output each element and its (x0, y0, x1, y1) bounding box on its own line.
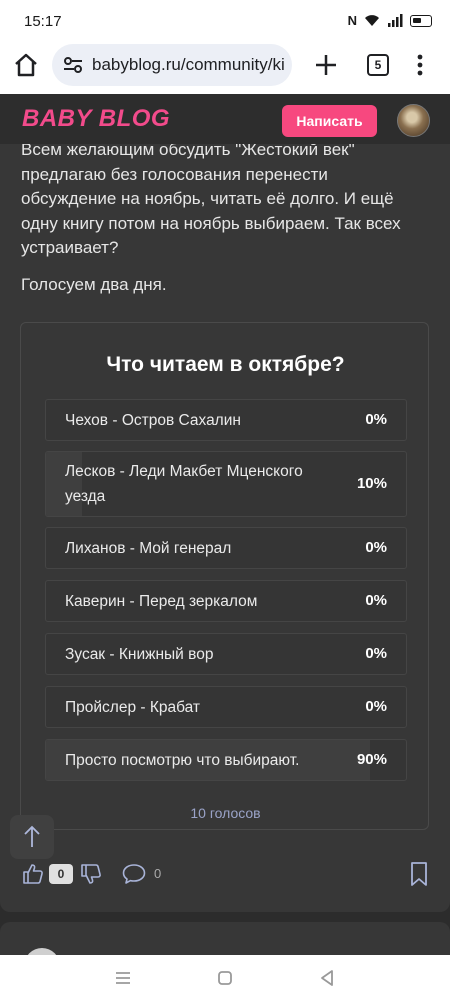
post-actions: 0 0 (0, 860, 450, 890)
poll-option-percent: 0% (365, 592, 387, 609)
dislike-icon[interactable] (79, 862, 103, 886)
poll-option-percent: 90% (356, 751, 387, 768)
browser-toolbar: babyblog.ru/community/ki 5 (0, 44, 450, 94)
poll-option-label: Каверин - Перед зеркалом (65, 593, 258, 610)
like-count: 0 (49, 864, 73, 884)
poll: Что читаем в октябре? Чехов - Остров Сах… (20, 322, 429, 830)
status-time: 15:17 (24, 13, 62, 30)
poll-option-percent: 10% (356, 475, 387, 492)
site-settings-icon[interactable] (62, 54, 84, 76)
poll-option-label: Зусак - Книжный вор (65, 646, 214, 663)
write-button[interactable]: Написать (282, 105, 377, 137)
poll-option-percent: 0% (365, 539, 387, 556)
site-header: BABY BLOG Написать (0, 94, 450, 144)
poll-option-label: Лесков - Леди Макбет Мценского уезда (65, 463, 303, 505)
system-nav-bar (0, 955, 450, 1000)
poll-option[interactable]: Зусак - Книжный вор 0% (45, 633, 407, 675)
nfc-icon: N (347, 13, 357, 28)
bookmark-icon[interactable] (408, 861, 430, 887)
url-text: babyblog.ru/community/ki (92, 55, 285, 74)
poll-option[interactable]: Пройслер - Крабат 0% (45, 686, 407, 728)
signal-icon (388, 14, 403, 27)
back-icon[interactable] (316, 967, 338, 989)
poll-option-percent: 0% (365, 698, 387, 715)
avatar[interactable] (397, 104, 430, 137)
like-icon[interactable] (21, 862, 45, 886)
wifi-icon (365, 15, 379, 26)
arrow-up-icon (24, 825, 40, 847)
poll-option[interactable]: Лесков - Леди Макбет Мценского уезда 10% (45, 451, 407, 517)
post-card: Всем желающим обсудить "Жестокий век" пр… (0, 94, 450, 912)
status-bar: 15:17 N (0, 0, 450, 44)
poll-option[interactable]: Каверин - Перед зеркалом 0% (45, 580, 407, 622)
poll-option-percent: 0% (365, 645, 387, 662)
poll-option-label: Просто посмотрю что выбирают. (65, 752, 300, 769)
post-paragraph: Всем желающим обсудить "Жестокий век" пр… (21, 140, 401, 257)
poll-option-label: Пройслер - Крабат (65, 699, 201, 716)
scroll-to-top-button[interactable] (10, 815, 54, 859)
battery-icon (410, 14, 432, 27)
tab-switcher-button[interactable]: 5 (367, 54, 389, 76)
poll-vote-count: 10 голосов (190, 805, 261, 821)
more-menu-icon[interactable] (410, 52, 430, 78)
home-icon[interactable] (10, 49, 42, 81)
poll-option-label: Чехов - Остров Сахалин (65, 412, 241, 429)
comment-icon[interactable] (121, 862, 147, 886)
home-nav-icon[interactable] (214, 967, 236, 989)
post-paragraph: Голосуем два дня. (21, 275, 167, 294)
poll-option-label: Лиханов - Мой генерал (65, 540, 232, 557)
comment-count: 0 (154, 866, 162, 881)
status-icons: N (348, 13, 432, 28)
poll-option-percent: 0% (365, 411, 387, 428)
new-tab-icon[interactable] (313, 52, 339, 78)
recent-apps-icon[interactable] (112, 967, 134, 989)
poll-option[interactable]: Чехов - Остров Сахалин 0% (45, 399, 407, 441)
site-logo[interactable]: BABY BLOG (22, 105, 170, 133)
poll-option[interactable]: Просто посмотрю что выбирают. 90% (45, 739, 407, 781)
poll-option[interactable]: Лиханов - Мой генерал 0% (45, 527, 407, 569)
address-bar[interactable]: babyblog.ru/community/ki (52, 44, 292, 86)
poll-title: Что читаем в октябре? (106, 353, 345, 376)
